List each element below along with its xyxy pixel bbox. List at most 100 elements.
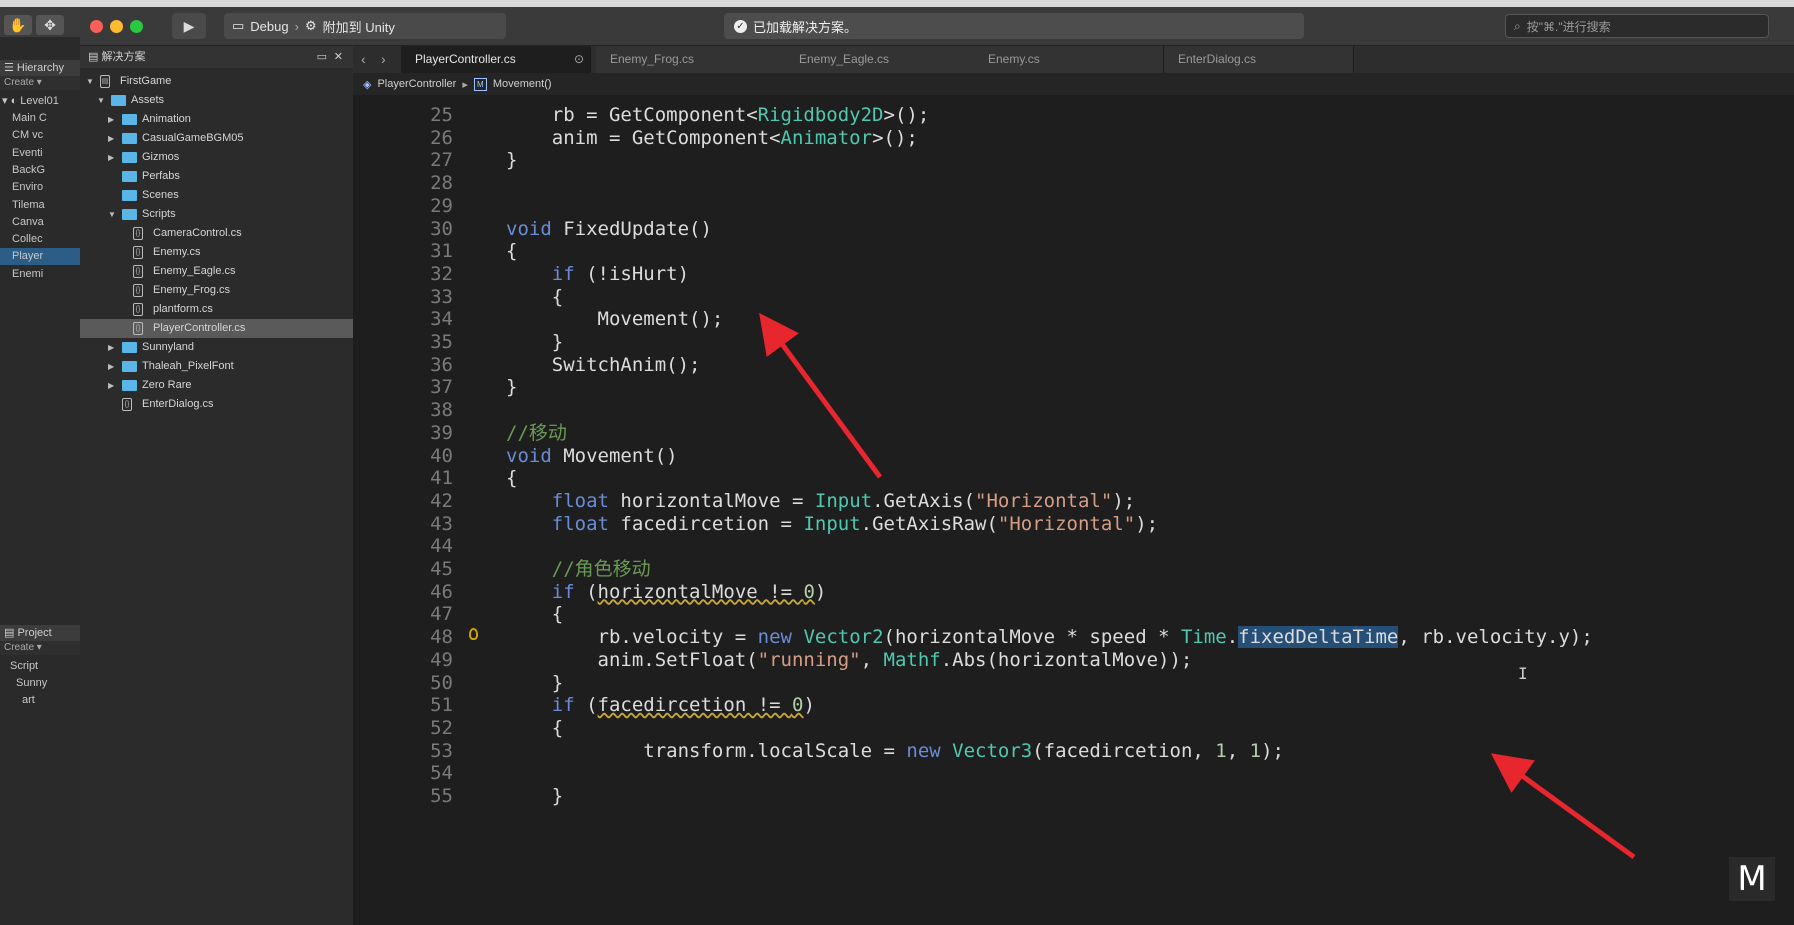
chevron-right-icon[interactable]: ▶ [108, 376, 118, 395]
annotation-overlay: I [759, 312, 1636, 860]
solution-item[interactable]: Scenes [80, 186, 353, 205]
solution-item[interactable]: {} Enemy_Eagle.cs [80, 262, 353, 281]
folder-icon [122, 342, 137, 353]
project-row[interactable]: art [0, 692, 80, 709]
cs-file-icon: {} [122, 398, 132, 411]
solution-icon: ▤ [88, 51, 99, 63]
search-input[interactable]: ⌕ 按"⌘."进行搜索 [1505, 14, 1769, 38]
create-label: Create ▾ [4, 77, 42, 88]
tab-label: Enemy_Eagle.cs [799, 52, 890, 66]
solution-item[interactable]: {} Enemy_Frog.cs [80, 281, 353, 300]
tab-label: PlayerController.cs [415, 52, 516, 66]
close-panel-icon[interactable]: ✕ [334, 46, 343, 68]
chevron-right-icon: ▸ [462, 78, 468, 91]
config-label: Debug [250, 18, 289, 34]
chevron-down-icon[interactable]: ▼ [108, 205, 118, 224]
solution-item[interactable]: Perfabs [80, 167, 353, 186]
project-icon: ▤ [100, 75, 110, 88]
solution-explorer: ▤ 解决方案 ▭ ✕ ▼ ▤ FirstGame ▼ Assets ▶ Animation ▶… [80, 46, 354, 925]
text-cursor-icon: I [1518, 664, 1528, 683]
hierarchy-row[interactable]: Enviro [0, 179, 80, 196]
create-label: Create ▾ [4, 642, 42, 653]
run-button[interactable]: ▶ [172, 13, 206, 39]
attach-target-label: 附加到 Unity [322, 19, 395, 35]
breadcrumb: ◈ PlayerController ▸ M Movement() [353, 73, 1794, 95]
solution-item-label: Assets [131, 94, 165, 106]
chevron-right-icon[interactable]: ▶ [108, 110, 118, 129]
solution-item-label: Thaleah_PixelFont [142, 360, 234, 372]
solution-item[interactable]: ▶ Gizmos [80, 148, 353, 167]
close-tab-icon[interactable]: ⊙ [574, 46, 584, 73]
visual-studio-window: ▶ ▭ Debug › ⚙ 附加到 Unity ✓ 已加载解决方案。 ⌕ 按"⌘… [80, 7, 1794, 925]
hierarchy-panel-header[interactable]: ☰ Hierarchy [0, 60, 80, 76]
chevron-right-icon[interactable]: ▶ [108, 129, 118, 148]
gear-icon: ⚙ [304, 18, 317, 33]
minimize-window-button[interactable] [110, 20, 123, 33]
config-selector[interactable]: ▭ Debug › ⚙ 附加到 Unity [224, 13, 506, 39]
solution-item[interactable]: ▶ Thaleah_PixelFont [80, 357, 353, 376]
chevron-right-icon[interactable]: ▶ [108, 148, 118, 167]
breadcrumb-method[interactable]: Movement() [493, 78, 552, 90]
solution-item[interactable]: ▶ Sunnyland [80, 338, 353, 357]
folder-icon [122, 171, 137, 182]
tab-playercontroller-cs[interactable]: PlayerController.cs ⊙ [401, 46, 591, 73]
solution-item-label: Scripts [142, 208, 176, 220]
tab-enterdialog-cs[interactable]: EnterDialog.cs [1164, 46, 1354, 73]
chevron-right-icon[interactable]: ▶ [108, 357, 118, 376]
hierarchy-row[interactable]: Player [0, 248, 80, 266]
solution-item[interactable]: ▼ Scripts [80, 205, 353, 224]
hierarchy-row[interactable]: Collec [0, 231, 80, 248]
hierarchy-row[interactable]: Eventi [0, 145, 80, 162]
solution-item[interactable]: {} CameraControl.cs [80, 224, 353, 243]
folder-icon [122, 152, 137, 163]
tab-enemy-cs[interactable]: Enemy.cs [974, 46, 1164, 73]
hierarchy-title: Hierarchy [16, 62, 64, 74]
hierarchy-row[interactable]: Enemi [0, 266, 80, 283]
solution-item[interactable]: {} PlayerController.cs [80, 319, 353, 338]
chevron-down-icon[interactable]: ▼ [86, 72, 96, 91]
cs-file-icon: {} [133, 265, 143, 278]
code-editor[interactable]: 25 rb = GetComponent<Rigidbody2D>(); 26 a… [353, 95, 1794, 925]
solution-item[interactable]: {} EnterDialog.cs [80, 395, 353, 414]
project-row[interactable]: Script [0, 658, 80, 675]
hierarchy-row[interactable]: BackG [0, 162, 80, 179]
zoom-window-button[interactable] [130, 20, 143, 33]
hierarchy-row[interactable]: Canva [0, 214, 80, 231]
tab-enemy-eagle-cs[interactable]: Enemy_Eagle.cs [785, 46, 975, 73]
unity-editor-strip: ✋ ✥ ☰ Hierarchy Create ▾ ▾ ◐ Level01 Mai… [0, 7, 81, 925]
chevron-down-icon[interactable]: ▼ [97, 91, 107, 110]
hierarchy-row[interactable]: Main C [0, 110, 80, 127]
project-row[interactable]: Sunny [0, 675, 80, 692]
close-window-button[interactable] [90, 20, 103, 33]
tab-label: EnterDialog.cs [1178, 52, 1257, 66]
cs-file-icon: {} [133, 303, 143, 316]
hand-tool-icon[interactable]: ✋ [4, 15, 32, 35]
hierarchy-row[interactable]: Tilema [0, 197, 80, 214]
solution-item-label: Gizmos [142, 151, 180, 163]
move-tool-icon[interactable]: ✥ [36, 15, 64, 35]
solution-item-label: Animation [142, 113, 191, 125]
solution-item[interactable]: ▶ CasualGameBGM05 [80, 129, 353, 148]
solution-item[interactable]: {} Enemy.cs [80, 243, 353, 262]
hierarchy-row[interactable]: CM vc [0, 127, 80, 144]
hierarchy-create-button[interactable]: Create ▾ [0, 76, 80, 90]
breadcrumb-class[interactable]: PlayerController [377, 78, 456, 90]
solution-item[interactable]: ▶ Animation [80, 110, 353, 129]
nav-forward-icon[interactable]: › [381, 46, 386, 73]
scene-row[interactable]: ▾ ◐ Level01 [0, 93, 80, 110]
tab-label: Enemy.cs [988, 52, 1040, 66]
collapse-icon[interactable]: ▭ [317, 46, 327, 68]
solution-item-label: Perfabs [142, 170, 180, 182]
solution-item-label: PlayerController.cs [153, 322, 246, 334]
nav-back-icon[interactable]: ‹ [361, 46, 366, 73]
tab-enemy-frog-cs[interactable]: Enemy_Frog.cs [596, 46, 786, 73]
solution-item[interactable]: ▶ Zero Rare [80, 376, 353, 395]
chevron-right-icon[interactable]: ▶ [108, 338, 118, 357]
solution-item[interactable]: ▼ Assets [80, 91, 353, 110]
solution-item[interactable]: ▼ ▤ FirstGame [80, 72, 353, 91]
solution-item[interactable]: {} plantform.cs [80, 300, 353, 319]
red-arrow-fixeddeltatime [1490, 753, 1636, 860]
project-panel-header[interactable]: ▤ Project [0, 625, 80, 641]
project-create-button[interactable]: Create ▾ [0, 641, 80, 655]
search-icon: ⌕ [1514, 18, 1521, 33]
